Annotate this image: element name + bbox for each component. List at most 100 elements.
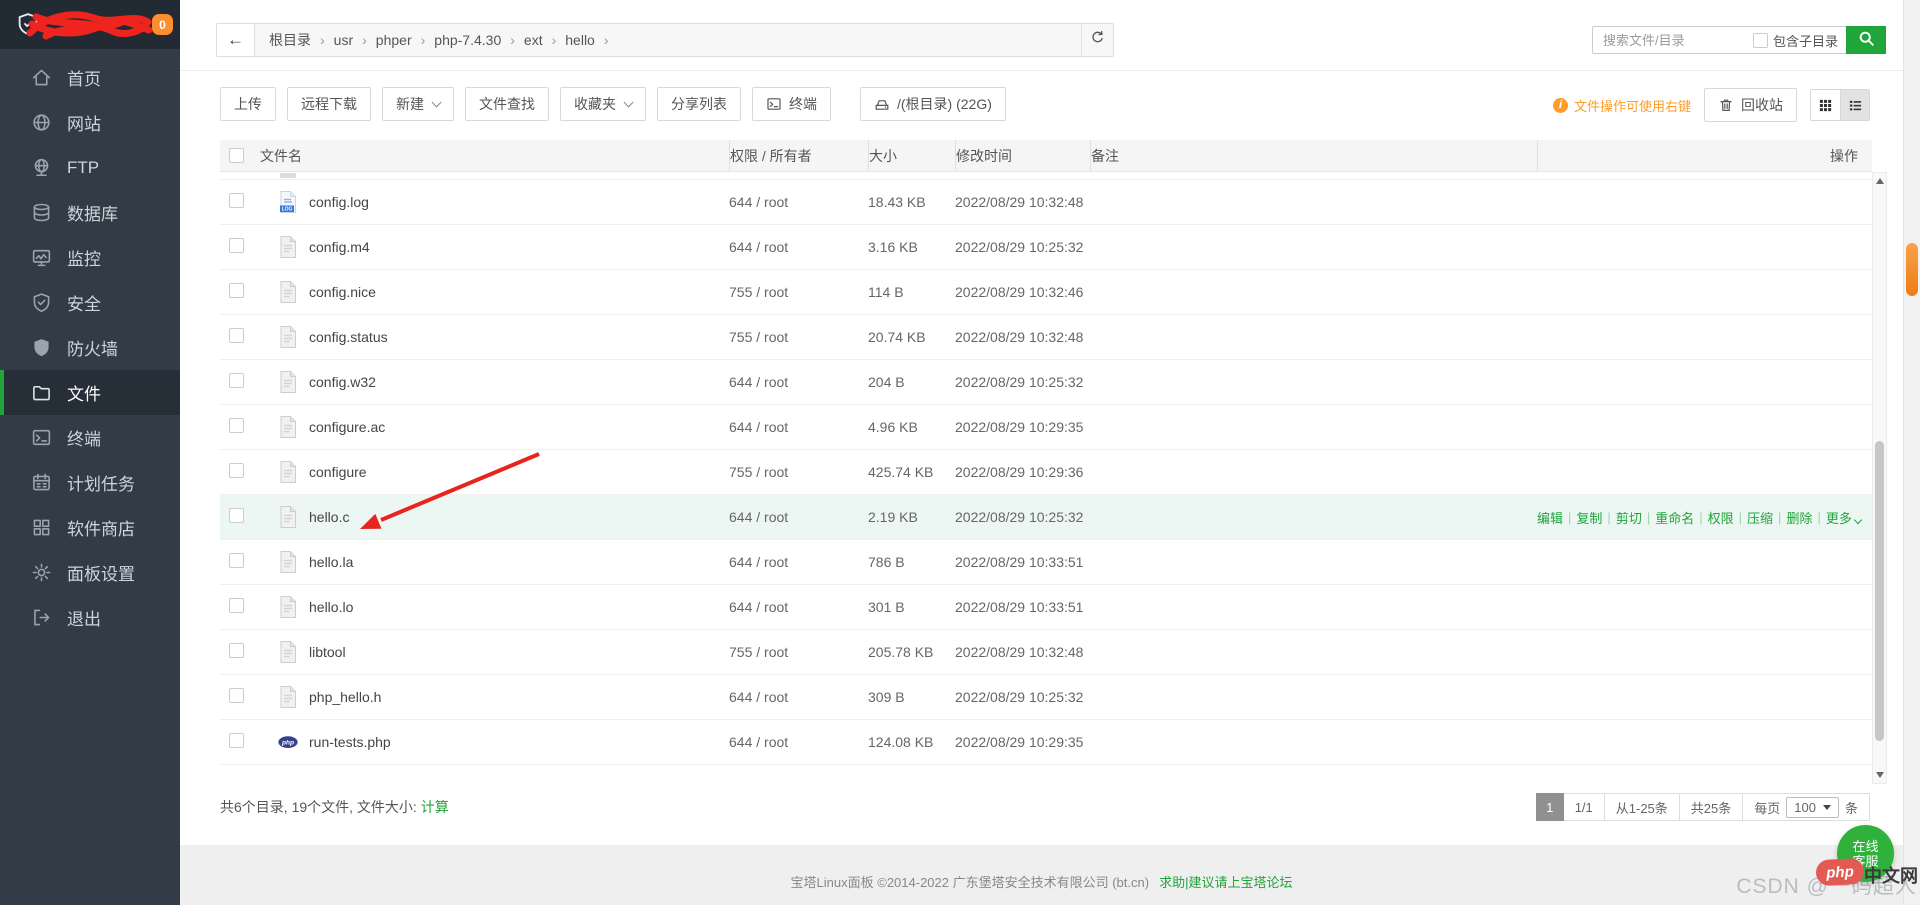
row-checkbox[interactable] xyxy=(229,508,244,523)
header-filename[interactable]: 文件名 xyxy=(260,140,729,171)
row-action-4[interactable]: 权限 xyxy=(1708,508,1734,527)
file-name[interactable]: config.status xyxy=(309,329,388,345)
table-row[interactable]: configure.ac 644 / root 4.96 KB 2022/08/29 … xyxy=(220,405,1872,450)
file-name[interactable]: config.w32 xyxy=(309,374,376,390)
row-action-6[interactable]: 删除 xyxy=(1786,508,1812,527)
scroll-down-arrow-icon[interactable] xyxy=(1875,772,1884,778)
breadcrumb-item[interactable]: php-7.4.30 xyxy=(434,32,501,48)
file-name[interactable]: run-tests.php xyxy=(309,734,391,750)
file-name[interactable]: hello.la xyxy=(309,554,353,570)
table-row[interactable]: config.m4 644 / root 3.16 KB 2022/08/29 10:… xyxy=(220,225,1872,270)
table-scrollbar[interactable] xyxy=(1872,172,1887,784)
toolbar-button-disk[interactable]: /(根目录) (22G) xyxy=(860,87,1006,121)
row-checkbox[interactable] xyxy=(229,193,244,208)
sidebar-item-database[interactable]: 数据库 xyxy=(0,190,180,235)
breadcrumb-item[interactable]: ext xyxy=(524,32,543,48)
row-checkbox[interactable] xyxy=(229,373,244,388)
sidebar-item-files[interactable]: 文件 xyxy=(0,370,180,415)
calc-size-link[interactable]: 计算 xyxy=(421,799,449,815)
toolbar-button-1[interactable]: 远程下载 xyxy=(287,87,371,121)
toolbar-button-5[interactable]: 分享列表 xyxy=(657,87,741,121)
search-button[interactable] xyxy=(1846,26,1886,54)
table-row[interactable]: hello.lo 644 / root 301 B 2022/08/29 10:33:… xyxy=(220,585,1872,630)
grid-view-icon[interactable] xyxy=(1811,90,1840,120)
row-action-5[interactable]: 压缩 xyxy=(1747,508,1773,527)
sidebar-item-terminal[interactable]: 终端 xyxy=(0,415,180,460)
table-row[interactable]: php_hello.h 644 / root 309 B 2022/08/29 10:… xyxy=(220,675,1872,720)
list-view-icon[interactable] xyxy=(1840,90,1869,120)
header-permission[interactable]: 权限 / 所有者 xyxy=(729,140,868,171)
table-row[interactable]: libtool 755 / root 205.78 KB 2022/08/29 10:… xyxy=(220,630,1872,675)
row-checkbox[interactable] xyxy=(229,553,244,568)
header-size[interactable]: 大小 xyxy=(868,140,955,171)
toolbar-button-0[interactable]: 上传 xyxy=(220,87,276,121)
sidebar-item-firewall[interactable]: 防火墙 xyxy=(0,325,180,370)
row-action-1[interactable]: 复制 xyxy=(1576,508,1602,527)
sidebar-item-monitor[interactable]: 监控 xyxy=(0,235,180,280)
table-row[interactable]: configure 755 / root 425.74 KB 2022/08/29 1… xyxy=(220,450,1872,495)
sidebar-item-ftp[interactable]: FTP xyxy=(0,145,180,190)
sidebar-item-cron[interactable]: 计划任务 xyxy=(0,460,180,505)
table-row[interactable]: php run-tests.php 644 / root 124.08 KB 2022/… xyxy=(220,720,1872,765)
row-checkbox[interactable] xyxy=(229,688,244,703)
table-row[interactable]: LOG config.log 644 / root 18.43 KB 2022/08/2… xyxy=(220,180,1872,225)
sidebar-item-store[interactable]: 软件商店 xyxy=(0,505,180,550)
notification-badge[interactable]: 0 xyxy=(152,14,173,35)
row-checkbox[interactable] xyxy=(229,598,244,613)
file-name[interactable]: configure xyxy=(309,464,367,480)
sidebar-item-security[interactable]: 安全 xyxy=(0,280,180,325)
row-checkbox[interactable] xyxy=(229,418,244,433)
table-row[interactable]: config.status 755 / root 20.74 KB 2022/08/2… xyxy=(220,315,1872,360)
sidebar-item-home[interactable]: 首页 xyxy=(0,55,180,100)
sidebar-item-site[interactable]: 网站 xyxy=(0,100,180,145)
file-name[interactable]: php_hello.h xyxy=(309,689,381,705)
forum-link[interactable]: 求助|建议请上宝塔论坛 xyxy=(1159,875,1292,890)
page-scrollbar-thumb[interactable] xyxy=(1906,243,1918,296)
file-name[interactable]: hello.c xyxy=(309,509,349,525)
sidebar-item-settings[interactable]: 面板设置 xyxy=(0,550,180,595)
file-name[interactable]: config.nice xyxy=(309,284,376,300)
table-row[interactable]: hello.c 644 / root 2.19 KB 2022/08/29 10:25… xyxy=(220,495,1872,540)
row-checkbox[interactable] xyxy=(229,328,244,343)
toolbar-button-3[interactable]: 文件查找 xyxy=(465,87,549,121)
search-input[interactable] xyxy=(1593,32,1753,48)
breadcrumb-item[interactable]: phper xyxy=(376,32,412,48)
row-action-3[interactable]: 重命名 xyxy=(1655,508,1694,527)
row-action-2[interactable]: 剪切 xyxy=(1616,508,1642,527)
row-checkbox[interactable] xyxy=(229,463,244,478)
header-mtime[interactable]: 修改时间 xyxy=(955,140,1090,171)
file-name[interactable]: libtool xyxy=(309,644,346,660)
breadcrumb-item[interactable]: hello xyxy=(565,32,595,48)
toolbar-button-4[interactable]: 收藏夹 xyxy=(560,87,646,121)
back-button[interactable]: ← xyxy=(217,24,255,56)
table-scrollbar-thumb[interactable] xyxy=(1875,441,1884,741)
table-row[interactable]: config.w32 644 / root 204 B 2022/08/29 10:2… xyxy=(220,360,1872,405)
file-name[interactable]: config.log xyxy=(309,194,369,210)
file-name[interactable]: hello.lo xyxy=(309,599,353,615)
toolbar-button-terminal[interactable]: 终端 xyxy=(752,87,831,121)
page-number-current[interactable]: 1 xyxy=(1535,793,1564,821)
include-subdir-checkbox[interactable] xyxy=(1752,32,1768,48)
file-name[interactable]: config.m4 xyxy=(309,239,370,255)
table-row[interactable]: config.nice 755 / root 114 B 2022/08/29 10:… xyxy=(220,270,1872,315)
header-note[interactable]: 备注 xyxy=(1090,140,1537,171)
per-page-select[interactable]: 100 xyxy=(1786,796,1839,818)
recycle-bin-button[interactable]: 回收站 xyxy=(1704,88,1797,122)
row-checkbox[interactable] xyxy=(229,643,244,658)
breadcrumb-item[interactable]: usr xyxy=(334,32,353,48)
page-scrollbar[interactable] xyxy=(1903,0,1920,905)
select-all-checkbox[interactable] xyxy=(229,148,244,163)
breadcrumb-item[interactable]: 根目录 xyxy=(269,30,311,50)
table-row[interactable]: hello.la 644 / root 786 B 2022/08/29 10:33:… xyxy=(220,540,1872,585)
row-action-7[interactable]: 更多 xyxy=(1826,508,1863,527)
row-checkbox[interactable] xyxy=(229,733,244,748)
sidebar-item-logout[interactable]: 退出 xyxy=(0,595,180,640)
row-action-0[interactable]: 编辑 xyxy=(1537,508,1563,527)
scroll-up-arrow-icon[interactable] xyxy=(1875,178,1884,184)
include-subdir-option[interactable]: 包含子目录 xyxy=(1752,31,1838,50)
row-checkbox[interactable] xyxy=(229,238,244,253)
row-checkbox[interactable] xyxy=(229,283,244,298)
refresh-button[interactable] xyxy=(1081,24,1113,56)
file-name[interactable]: configure.ac xyxy=(309,419,385,435)
toolbar-button-2[interactable]: 新建 xyxy=(382,87,454,121)
